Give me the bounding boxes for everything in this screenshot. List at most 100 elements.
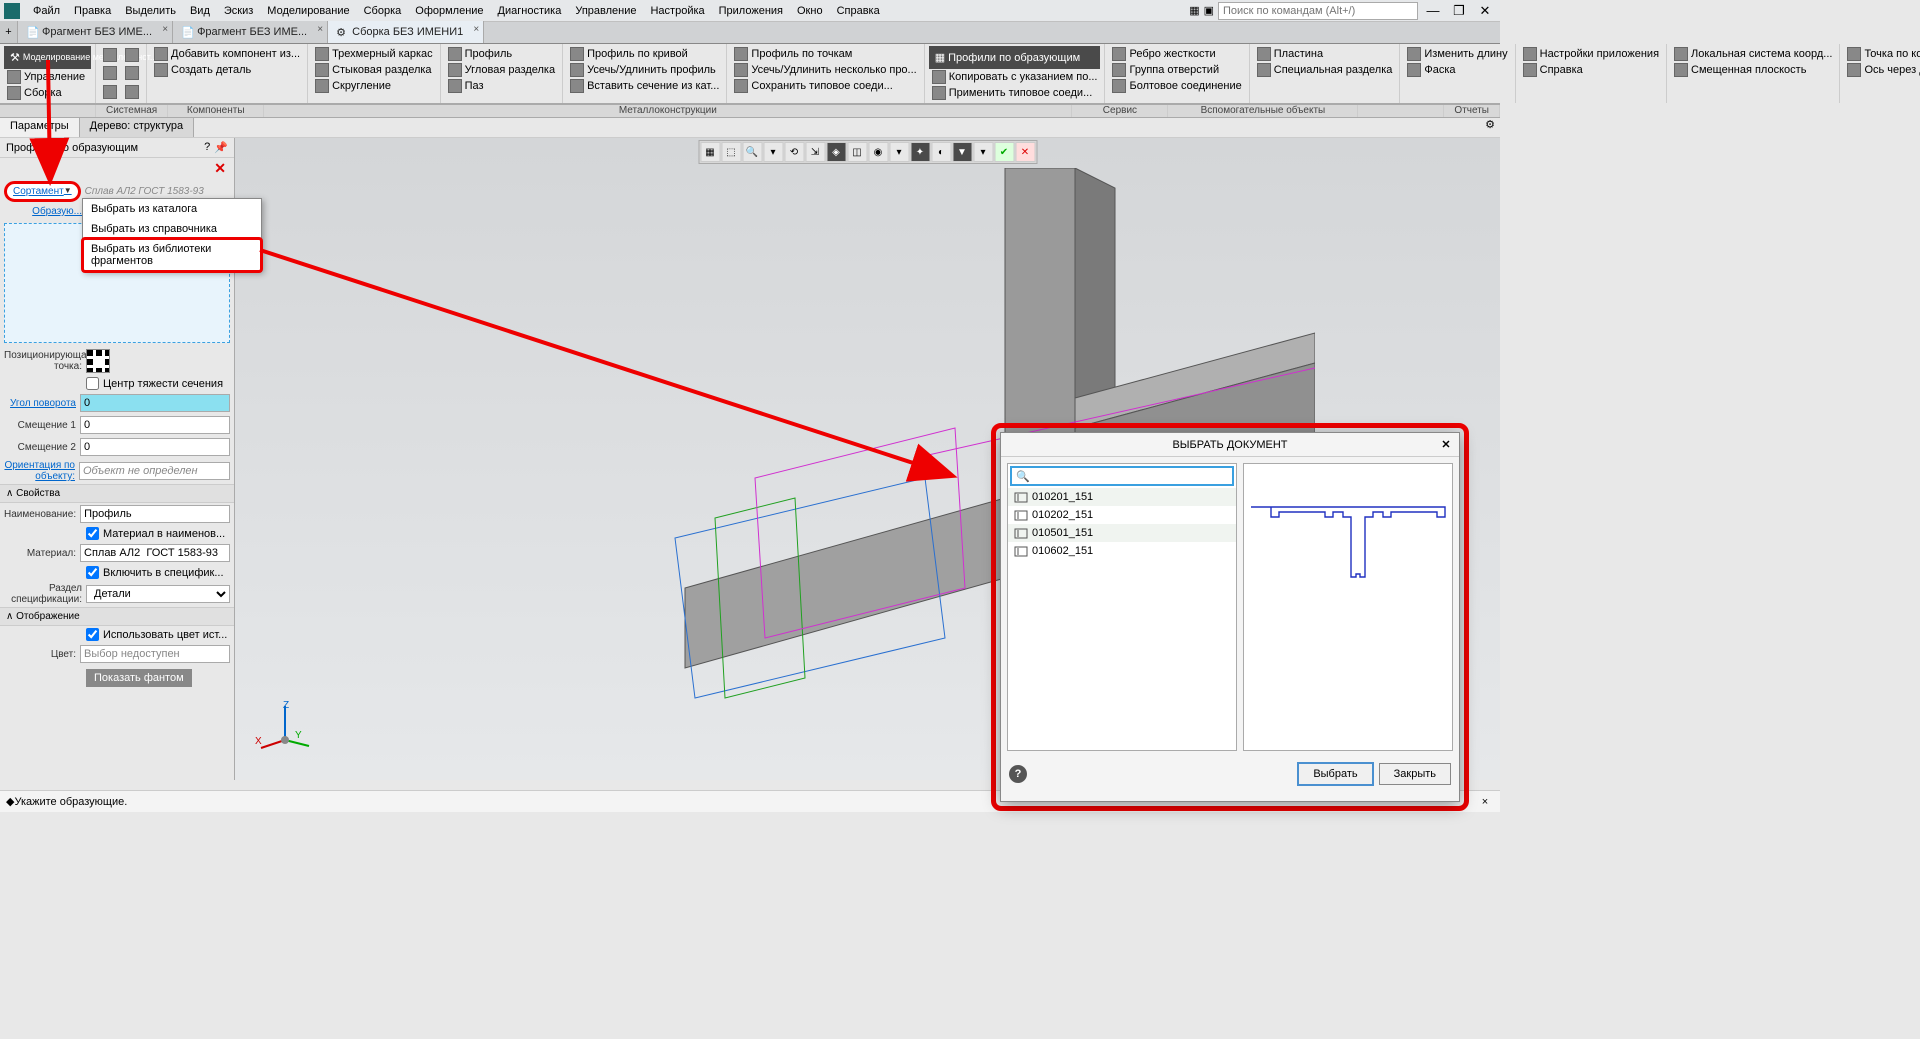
- lcs-button[interactable]: Локальная система коорд...: [1671, 46, 1835, 62]
- tree-panel-tab[interactable]: Дерево: структура: [80, 118, 195, 137]
- list-item[interactable]: 010602_151: [1008, 542, 1236, 560]
- dropdown-item-reference[interactable]: Выбрать из справочника: [83, 219, 261, 239]
- layout-icon[interactable]: ▦: [1189, 4, 1199, 17]
- menu-settings[interactable]: Настройка: [643, 3, 711, 19]
- spec-cut-button[interactable]: Специальная разделка: [1254, 62, 1396, 78]
- apply-button[interactable]: ✔: [994, 142, 1014, 162]
- sortament-dropdown[interactable]: Сортамент: [4, 181, 81, 202]
- menu-manage[interactable]: Управление: [568, 3, 643, 19]
- trim-extend-button[interactable]: Усечь/Удлинить профиль: [567, 62, 722, 78]
- spec-section-select[interactable]: Детали: [86, 585, 230, 603]
- menu-assembly[interactable]: Сборка: [357, 3, 409, 19]
- params-panel-tab[interactable]: Параметры: [0, 118, 80, 137]
- menu-edit[interactable]: Правка: [67, 3, 118, 19]
- bolt-button[interactable]: Болтовое соединение: [1109, 78, 1244, 94]
- close-icon[interactable]: ×: [473, 24, 479, 35]
- vt-4[interactable]: ⟲: [784, 142, 804, 162]
- menu-modeling[interactable]: Моделирование: [260, 3, 356, 19]
- show-phantom-button[interactable]: Показать фантом: [86, 669, 192, 687]
- sys-btn-5[interactable]: [100, 83, 120, 101]
- slot-button[interactable]: Паз: [445, 78, 558, 94]
- corner-cut-button[interactable]: Угловая разделка: [445, 62, 558, 78]
- panel-settings-icon[interactable]: ⚙: [1480, 118, 1500, 137]
- frame-button[interactable]: Трехмерный каркас: [312, 46, 436, 62]
- menu-file[interactable]: Файл: [26, 3, 67, 19]
- cancel-button[interactable]: ✕: [1015, 142, 1035, 162]
- dialog-help-icon[interactable]: ?: [1009, 765, 1027, 783]
- menu-apps[interactable]: Приложения: [712, 3, 790, 19]
- vt-1[interactable]: ▦: [700, 142, 720, 162]
- sys-btn-4[interactable]: [122, 64, 142, 82]
- maximize-button[interactable]: ❐: [1448, 2, 1470, 20]
- command-search-input[interactable]: [1218, 2, 1418, 20]
- create-part-button[interactable]: Создать деталь: [151, 62, 303, 78]
- offset2-input[interactable]: [80, 438, 230, 456]
- help-button[interactable]: Справка: [1520, 62, 1662, 78]
- orient-input[interactable]: [79, 462, 230, 480]
- menu-sketch[interactable]: Эскиз: [217, 3, 260, 19]
- menu-diagnostics[interactable]: Диагностика: [491, 3, 569, 19]
- mat-in-name-checkbox[interactable]: [86, 527, 99, 540]
- use-color-checkbox[interactable]: [86, 628, 99, 641]
- generators-link[interactable]: Образую...: [4, 206, 82, 217]
- dropdown-item-library[interactable]: Выбрать из библиотеки фрагментов: [83, 239, 261, 271]
- vt-10[interactable]: ✦: [910, 142, 930, 162]
- dialog-search-input[interactable]: 🔍: [1010, 466, 1234, 486]
- vt-7[interactable]: ◫: [847, 142, 867, 162]
- dialog-close-button[interactable]: ✕: [1437, 435, 1455, 453]
- menu-window[interactable]: Окно: [790, 3, 830, 19]
- trim-multi-button[interactable]: Усечь/Удлинить несколько про...: [731, 62, 919, 78]
- menu-design[interactable]: Оформление: [408, 3, 490, 19]
- profile-curve-button[interactable]: Профиль по кривой: [567, 46, 722, 62]
- menu-view[interactable]: Вид: [183, 3, 217, 19]
- vt-5[interactable]: ⇲: [805, 142, 825, 162]
- position-grid-icon[interactable]: [86, 349, 110, 373]
- menu-select[interactable]: Выделить: [118, 3, 183, 19]
- axis-2pt-button[interactable]: Ось через две точки: [1844, 62, 1920, 78]
- add-component-button[interactable]: Добавить компонент из...: [151, 46, 303, 62]
- save-section-button[interactable]: Сохранить типовое соеди...: [731, 78, 919, 94]
- insert-section-button[interactable]: Вставить сечение из кат...: [567, 78, 722, 94]
- vt-2[interactable]: ⬚: [721, 142, 741, 162]
- props-header[interactable]: ∧ Свойства: [0, 484, 234, 503]
- incl-spec-checkbox[interactable]: [86, 566, 99, 579]
- layout2-icon[interactable]: ▣: [1204, 4, 1214, 17]
- mode-management[interactable]: Управление: [4, 69, 91, 85]
- change-length-button[interactable]: Изменить длину: [1404, 46, 1510, 62]
- status-close-icon[interactable]: ×: [1476, 796, 1494, 808]
- vt-12[interactable]: ▼: [952, 142, 972, 162]
- minimize-button[interactable]: —: [1422, 2, 1444, 20]
- doc-tab-2[interactable]: ⚙Сборка БЕЗ ИМЕНИ1×: [328, 21, 484, 43]
- fillet-button[interactable]: Скругление: [312, 78, 436, 94]
- rot-angle-input[interactable]: [80, 394, 230, 412]
- doc-tab-1[interactable]: 📄Фрагмент БЕЗ ИМЕ...×: [173, 21, 328, 43]
- profiles-generators-button[interactable]: ▦Профили по образующим: [929, 46, 1101, 69]
- list-item[interactable]: 010202_151: [1008, 506, 1236, 524]
- vt-9[interactable]: ▾: [889, 142, 909, 162]
- panel-close-icon[interactable]: ✕: [0, 158, 234, 179]
- hole-group-button[interactable]: Группа отверстий: [1109, 62, 1244, 78]
- profile-button[interactable]: Профиль: [445, 46, 558, 62]
- apply-std-button[interactable]: Применить типовое соеди...: [929, 85, 1101, 101]
- vt-6[interactable]: ◈: [826, 142, 846, 162]
- stiff-rib-button[interactable]: Ребро жесткости: [1109, 46, 1244, 62]
- sys-btn-2[interactable]: [122, 46, 142, 64]
- app-settings-button[interactable]: Настройки приложения: [1520, 46, 1662, 62]
- vt-8[interactable]: ◉: [868, 142, 888, 162]
- material-input[interactable]: [80, 544, 230, 562]
- display-header[interactable]: ∧ Отображение: [0, 607, 234, 626]
- color-input[interactable]: [80, 645, 230, 663]
- copy-point-button[interactable]: Копировать с указанием по...: [929, 69, 1101, 85]
- list-item[interactable]: 010201_151: [1008, 488, 1236, 506]
- sys-btn-1[interactable]: [100, 46, 120, 64]
- vt-13[interactable]: ▾: [973, 142, 993, 162]
- sys-btn-6[interactable]: [122, 83, 142, 101]
- center-section-checkbox[interactable]: [86, 377, 99, 390]
- menu-help[interactable]: Справка: [830, 3, 887, 19]
- dialog-select-button[interactable]: Выбрать: [1298, 763, 1372, 785]
- name-input[interactable]: [80, 505, 230, 523]
- help-icon[interactable]: ?: [204, 141, 210, 154]
- vt-zoom[interactable]: 🔍: [742, 142, 762, 162]
- pin-icon[interactable]: 📌: [214, 141, 228, 154]
- offset1-input[interactable]: [80, 416, 230, 434]
